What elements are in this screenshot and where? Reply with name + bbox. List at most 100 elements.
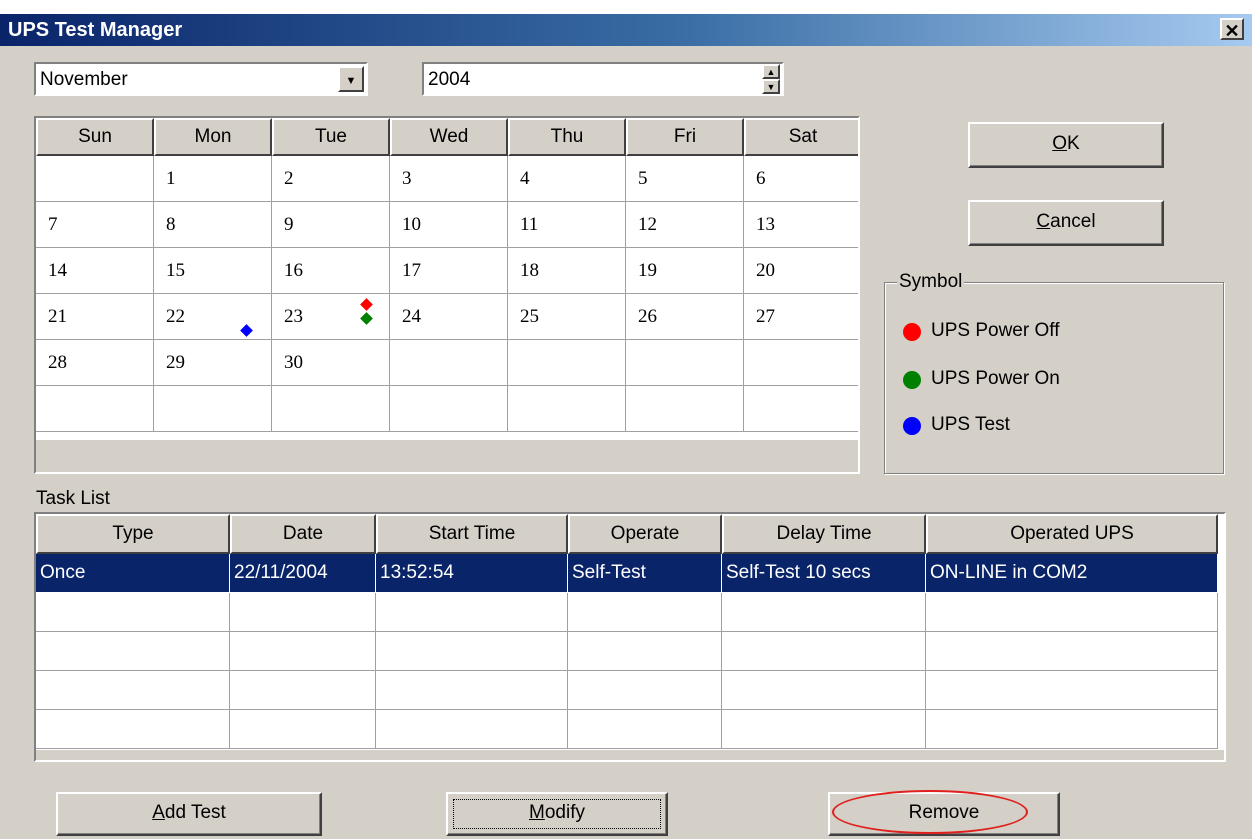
column-header[interactable]: Date — [230, 514, 376, 554]
calendar-day-number: 16 — [284, 260, 303, 281]
close-icon[interactable]: ✕ — [1220, 18, 1244, 41]
calendar-day-cell[interactable] — [744, 386, 858, 432]
calendar-day-number: 14 — [48, 260, 67, 281]
calendar-day-cell[interactable] — [508, 340, 626, 386]
remove-button[interactable]: Remove — [828, 792, 1060, 836]
chevron-down-icon[interactable]: ▼ — [338, 66, 364, 92]
spin-down-icon[interactable]: ▼ — [762, 79, 780, 94]
calendar-day-cell[interactable]: 26 — [626, 294, 744, 340]
table-row[interactable]: Once 22/11/2004 13:52:54 Self-Test Self-Test… — [36, 554, 1218, 593]
calendar-day-number: 18 — [520, 260, 539, 281]
calendar-day-cell[interactable]: 22 — [154, 294, 272, 340]
green-dot-icon — [903, 371, 921, 389]
calendar-day-cell[interactable]: 16 — [272, 248, 390, 294]
table-cell — [36, 593, 230, 632]
calendar-day-cell[interactable] — [390, 340, 508, 386]
calendar-day-cell[interactable] — [508, 386, 626, 432]
calendar-day-cell[interactable]: 28 — [36, 340, 154, 386]
table-cell: ON-LINE in COM2 — [926, 554, 1218, 593]
modify-button[interactable]: Modify — [446, 792, 668, 836]
calendar-day-cell[interactable] — [36, 386, 154, 432]
add-test-button[interactable]: Add Test — [56, 792, 322, 836]
calendar-day-cell[interactable]: 5 — [626, 156, 744, 202]
column-header[interactable]: Operated UPS — [926, 514, 1218, 554]
column-header[interactable]: Operate — [568, 514, 722, 554]
spin-up-icon[interactable]: ▲ — [762, 64, 780, 79]
table-header: Type Date Start Time Operate Delay Time Opera… — [36, 514, 1218, 554]
symbol-legend: Symbol UPS Power Off UPS Power On UPS Te… — [884, 271, 1224, 474]
calendar-day-number: 1 — [166, 168, 176, 189]
calendar-day-cell[interactable]: 15 — [154, 248, 272, 294]
year-spinner[interactable]: 2004 ▲ ▼ — [422, 62, 784, 96]
month-select[interactable]: November ▼ — [34, 62, 368, 96]
column-header[interactable]: Start Time — [376, 514, 568, 554]
calendar-day-number: 6 — [756, 168, 766, 189]
calendar-day-cell[interactable]: 10 — [390, 202, 508, 248]
calendar-day-cell[interactable]: 3 — [390, 156, 508, 202]
title-bar: UPS Test Manager ✕ — [0, 14, 1252, 46]
calendar-day-cell[interactable] — [626, 386, 744, 432]
table-cell: Self-Test 10 secs — [722, 554, 926, 593]
calendar-day-cell[interactable]: 17 — [390, 248, 508, 294]
calendar-day-number: 23 — [284, 306, 303, 327]
calendar-day-number: 30 — [284, 352, 303, 373]
add-test-mnemonic: A — [152, 802, 165, 823]
calendar-day-number: 24 — [402, 306, 421, 327]
calendar-day-number: 13 — [756, 214, 775, 235]
weekday-header: Fri — [626, 118, 744, 156]
calendar-day-cell[interactable] — [744, 340, 858, 386]
table-row[interactable] — [36, 632, 1218, 671]
calendar-day-cell[interactable]: 30 — [272, 340, 390, 386]
table-cell — [230, 593, 376, 632]
calendar-day-cell[interactable] — [154, 386, 272, 432]
table-cell — [722, 710, 926, 749]
year-spin-buttons: ▲ ▼ — [762, 64, 780, 94]
calendar-day-cell[interactable]: 20 — [744, 248, 858, 294]
cancel-button[interactable]: Cancel — [968, 200, 1164, 246]
column-header[interactable]: Type — [36, 514, 230, 554]
ok-button[interactable]: OK — [968, 122, 1164, 168]
weekday-header: Sun — [36, 118, 154, 156]
calendar-day-cell[interactable]: 9 — [272, 202, 390, 248]
calendar-weekday-header: Sun Mon Tue Wed Thu Fri Sat — [36, 118, 858, 156]
table-cell: 22/11/2004 — [230, 554, 376, 593]
calendar-day-cell[interactable]: 27 — [744, 294, 858, 340]
calendar-day-cell[interactable]: 6 — [744, 156, 858, 202]
calendar-day-cell[interactable]: 23 — [272, 294, 390, 340]
calendar-day-number: 29 — [166, 352, 185, 373]
calendar-day-cell[interactable]: 11 — [508, 202, 626, 248]
year-value: 2004 — [428, 69, 471, 90]
calendar-day-number: 21 — [48, 306, 67, 327]
calendar-day-cell[interactable]: 2 — [272, 156, 390, 202]
calendar-day-cell[interactable]: 18 — [508, 248, 626, 294]
calendar-day-cell[interactable] — [36, 156, 154, 202]
table-row[interactable] — [36, 671, 1218, 710]
calendar-day-cell[interactable]: 24 — [390, 294, 508, 340]
calendar-day-cell[interactable]: 29 — [154, 340, 272, 386]
calendar-day-cell[interactable]: 4 — [508, 156, 626, 202]
table-cell — [568, 710, 722, 749]
calendar-day-cell[interactable]: 14 — [36, 248, 154, 294]
calendar-day-number: 7 — [48, 214, 58, 235]
calendar-day-cell[interactable]: 25 — [508, 294, 626, 340]
column-header[interactable]: Delay Time — [722, 514, 926, 554]
table-cell — [722, 632, 926, 671]
calendar-day-cell[interactable]: 1 — [154, 156, 272, 202]
calendar-day-cell[interactable] — [626, 340, 744, 386]
calendar-day-cell[interactable]: 21 — [36, 294, 154, 340]
calendar-day-number: 28 — [48, 352, 67, 373]
weekday-header: Mon — [154, 118, 272, 156]
calendar-day-cell[interactable]: 8 — [154, 202, 272, 248]
calendar-day-cell[interactable]: 7 — [36, 202, 154, 248]
table-cell — [36, 632, 230, 671]
table-row[interactable] — [36, 593, 1218, 632]
calendar-day-cell[interactable]: 12 — [626, 202, 744, 248]
calendar-day-cell[interactable] — [390, 386, 508, 432]
calendar-day-cell[interactable] — [272, 386, 390, 432]
calendar-day-cell[interactable]: 13 — [744, 202, 858, 248]
calendar-day-number: 5 — [638, 168, 648, 189]
calendar-day-cell[interactable]: 19 — [626, 248, 744, 294]
table-row[interactable] — [36, 710, 1218, 749]
table-cell — [36, 671, 230, 710]
table-cell — [230, 710, 376, 749]
